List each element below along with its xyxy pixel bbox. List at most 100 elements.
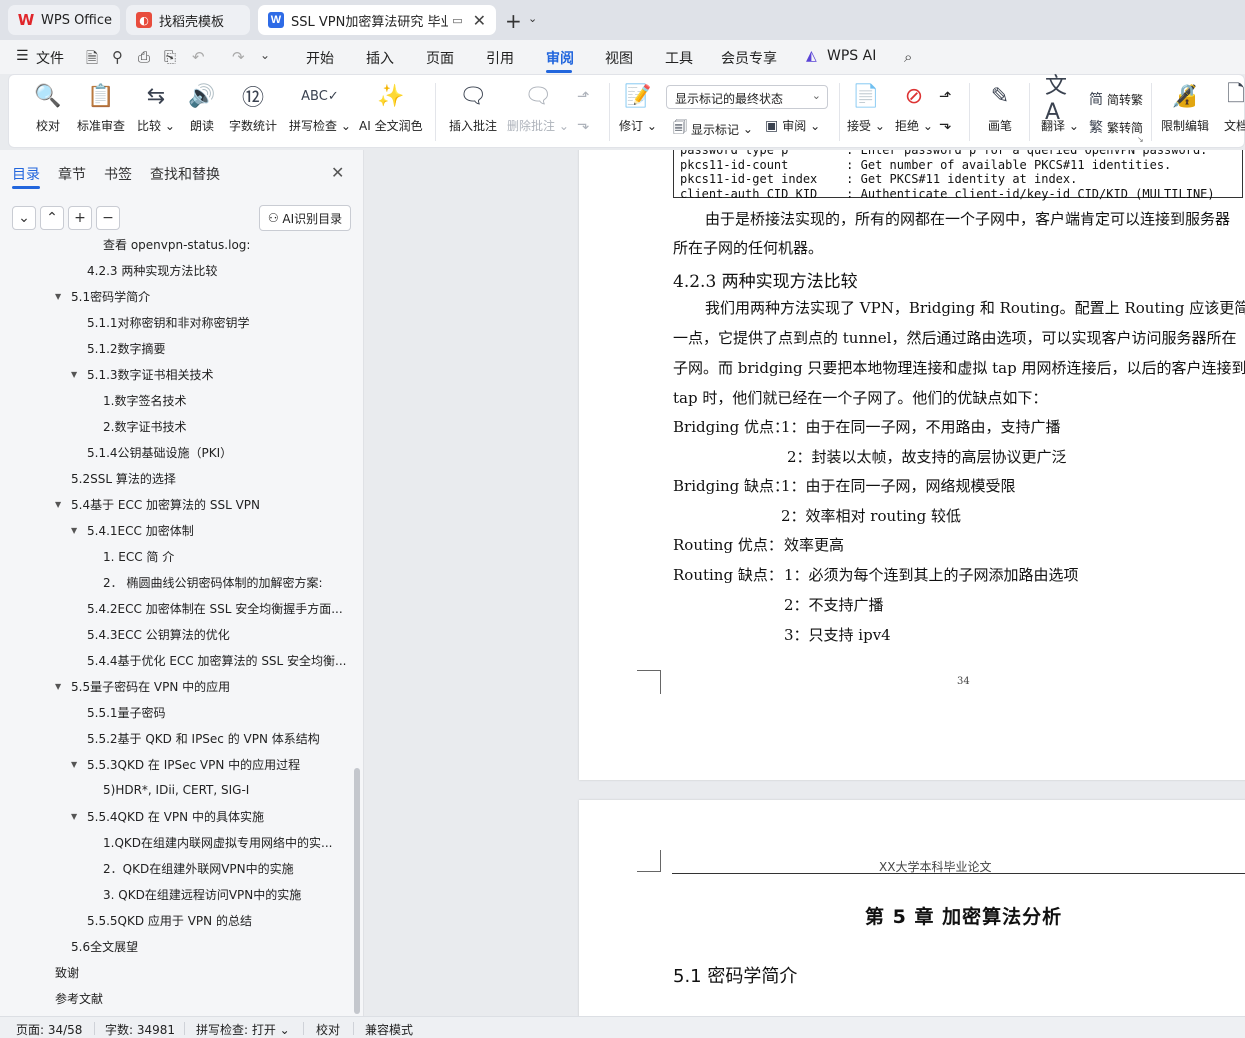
toc-item[interactable]: 3. QKD在组建远程访问VPN中的实施 bbox=[103, 881, 352, 907]
toc-item[interactable]: 2． 椭圆曲线公钥密码体制的加解密方案: bbox=[103, 569, 352, 595]
toc-item[interactable]: ▼ 5.5.4QKD 在 VPN 中的具体实施 bbox=[71, 803, 340, 829]
document-more-button[interactable]: 🗋 文档 bbox=[1221, 81, 1245, 143]
toc-item[interactable]: 2.数字证书技术 bbox=[103, 413, 352, 439]
menu-page[interactable]: 页面 bbox=[426, 48, 454, 68]
word-count-button[interactable]: ⑫ 字数统计 bbox=[229, 81, 277, 143]
page-indicator[interactable]: 页面: 34/58 bbox=[16, 1021, 82, 1038]
menu-review[interactable]: 审阅 bbox=[546, 48, 574, 68]
toc-item[interactable]: ▼ 5.1密码学简介 bbox=[55, 283, 340, 309]
close-icon[interactable]: ✕ bbox=[331, 163, 344, 182]
collapse-down-icon[interactable]: ⌄ bbox=[12, 206, 36, 230]
toc-item[interactable]: ▼ 5.1.3数字证书相关技术 bbox=[71, 361, 340, 387]
tab-document[interactable]: W SSL VPN加密算法研究 毕业论 ▭ ✕ bbox=[258, 5, 496, 35]
next-comment-icon[interactable]: ⬎ bbox=[577, 115, 590, 133]
simplified-to-traditional-button[interactable]: 简 简转繁 bbox=[1089, 89, 1143, 109]
compare-button[interactable]: ⇆ 比较 ⌄ bbox=[137, 81, 175, 143]
tab-wps-office[interactable]: W WPS Office bbox=[8, 5, 120, 35]
accept-button[interactable]: 📄 接受 ⌄ bbox=[847, 81, 885, 143]
delete-comment-button[interactable]: 🗨 删除批注 ⌄ bbox=[507, 81, 569, 143]
toc-item[interactable]: ▼ 5.4基于 ECC 加密算法的 SSL VPN bbox=[55, 491, 340, 517]
expand-icon[interactable]: ↘ bbox=[1137, 135, 1144, 144]
menu-file[interactable]: 文件 bbox=[36, 48, 64, 68]
tools-icon[interactable]: ⚲ bbox=[112, 48, 123, 66]
add-heading-icon[interactable]: + bbox=[68, 206, 92, 230]
menu-insert[interactable]: 插入 bbox=[366, 48, 394, 68]
toc-item[interactable]: 5.5.1量子密码 bbox=[87, 699, 352, 725]
next-change-icon[interactable]: ⬎ bbox=[939, 115, 952, 133]
track-changes-button[interactable]: 📝 修订 ⌄ bbox=[619, 81, 657, 143]
expand-toggle-icon[interactable]: ▼ bbox=[71, 760, 87, 769]
toc-item[interactable]: 5.4.2ECC 加密体制在 SSL 安全均衡握手方面... bbox=[87, 595, 352, 621]
ai-toc-button[interactable]: ⚇ AI识别目录 bbox=[259, 205, 351, 231]
reject-button[interactable]: ⊘ 拒绝 ⌄ bbox=[895, 81, 933, 143]
tab-toc[interactable]: 目录 bbox=[12, 164, 40, 184]
print-icon[interactable]: ⎙ bbox=[138, 48, 150, 66]
restrict-editing-button[interactable]: 🔏 限制编辑 bbox=[1161, 81, 1209, 143]
pen-button[interactable]: ✎ 画笔 bbox=[985, 81, 1015, 143]
toc-item[interactable]: 5.1.4公钥基础设施（PKI） bbox=[87, 439, 352, 465]
expand-toggle-icon[interactable]: ▼ bbox=[71, 812, 87, 821]
hamburger-icon[interactable]: ☰ bbox=[16, 48, 29, 64]
expand-toggle-icon[interactable]: ▼ bbox=[55, 292, 71, 301]
word-count-status[interactable]: 字数: 34981 bbox=[105, 1021, 175, 1038]
menu-tools[interactable]: 工具 bbox=[665, 48, 693, 68]
traditional-to-simplified-button[interactable]: 繁 繁转简 bbox=[1089, 117, 1143, 137]
toc-item[interactable]: 1.QKD在组建内联网虚拟专用网络中的实... bbox=[103, 829, 352, 855]
toc-item[interactable]: 5)HDR*, IDii, CERT, SIG-I bbox=[103, 777, 352, 803]
toc-item[interactable]: 5.4.4基于优化 ECC 加密算法的 SSL 安全均衡... bbox=[87, 647, 352, 673]
spell-check-status[interactable]: 拼写检查: 打开 ⌄ bbox=[196, 1021, 290, 1038]
toc-item[interactable]: 5.5.2基于 QKD 和 IPSec 的 VPN 体系结构 bbox=[87, 725, 352, 751]
toc-item[interactable]: 5.1.1对称密钥和非对称密钥学 bbox=[87, 309, 352, 335]
toc-item[interactable]: 2．QKD在组建外联网VPN中的实施 bbox=[103, 855, 352, 881]
tab-chapters[interactable]: 章节 bbox=[58, 164, 86, 184]
previous-change-icon[interactable]: ⬏ bbox=[939, 87, 952, 105]
toc-item[interactable]: 4.2.3 两种实现方法比较 bbox=[87, 257, 352, 283]
document-canvas[interactable]: password type p : Enter password p for a… bbox=[365, 150, 1245, 1016]
insert-comment-button[interactable]: 🗨 插入批注 bbox=[449, 81, 497, 143]
toc-item[interactable]: ▼ 5.4.1ECC 加密体制 bbox=[71, 517, 340, 543]
standard-review-button[interactable]: 📋 标准审查 bbox=[77, 81, 125, 143]
toc-item[interactable]: 参考文献 bbox=[55, 985, 340, 1011]
remove-heading-icon[interactable]: − bbox=[96, 206, 120, 230]
redo-icon[interactable]: ↷ bbox=[232, 48, 245, 66]
search-icon[interactable]: ⌕ bbox=[904, 48, 912, 66]
toc-item[interactable]: 1.数字签名技术 bbox=[103, 387, 352, 413]
markup-mode-select[interactable]: 显示标记的最终状态 ⌄ bbox=[666, 85, 828, 109]
save-icon[interactable]: 🗎 bbox=[86, 48, 98, 73]
toc-item[interactable]: 5.2SSL 算法的选择 bbox=[71, 465, 352, 491]
review-pane-button[interactable]: ▣ 审阅 ⌄ bbox=[765, 117, 820, 134]
read-aloud-button[interactable]: 🔊 朗读 bbox=[187, 81, 217, 143]
menu-home[interactable]: 开始 bbox=[306, 48, 334, 68]
expand-toggle-icon[interactable]: ▼ bbox=[55, 500, 71, 509]
previous-comment-icon[interactable]: ⬏ bbox=[577, 87, 590, 105]
chevron-down-icon[interactable]: ⌄ bbox=[528, 12, 537, 25]
proofread-status[interactable]: 校对 bbox=[316, 1021, 340, 1038]
toc-item[interactable]: 致谢 bbox=[55, 959, 340, 985]
toc-item[interactable]: 5.6全文展望 bbox=[71, 933, 352, 959]
toc-item[interactable]: 1. ECC 简 介 bbox=[103, 543, 352, 569]
menu-membership[interactable]: 会员专享 bbox=[721, 48, 777, 68]
ai-polish-button[interactable]: ✨ AI 全文润色 bbox=[359, 81, 423, 143]
toc-item[interactable]: 5.4.3ECC 公钥算法的优化 bbox=[87, 621, 352, 647]
toc-scrollbar[interactable] bbox=[354, 768, 360, 1014]
proofread-button[interactable]: 🔍 校对 bbox=[33, 81, 63, 143]
menu-view[interactable]: 视图 bbox=[605, 48, 633, 68]
print-preview-icon[interactable]: ⎘ bbox=[164, 48, 176, 66]
close-icon[interactable]: ✕ bbox=[473, 11, 486, 30]
toc-item[interactable]: 查看 openvpn-status.log: bbox=[103, 236, 352, 257]
toc-item[interactable]: 5.1.2数字摘要 bbox=[87, 335, 352, 361]
spell-check-button[interactable]: ABC✓ 拼写检查 ⌄ bbox=[289, 81, 351, 143]
expand-toggle-icon[interactable]: ▼ bbox=[71, 370, 87, 379]
translate-button[interactable]: 文A 翻译 ⌄ bbox=[1041, 74, 1079, 143]
undo-icon[interactable]: ↶ bbox=[192, 48, 205, 66]
menu-wps-ai[interactable]: WPS AI bbox=[827, 48, 876, 64]
toc-item[interactable]: ▼ 5.5量子密码在 VPN 中的应用 bbox=[55, 673, 340, 699]
show-markup-button[interactable]: 🗐 显示标记 ⌄ bbox=[673, 117, 753, 141]
toc-item[interactable]: ▼ 5.5.3QKD 在 IPSec VPN 中的应用过程 bbox=[71, 751, 340, 777]
tab-bookmarks[interactable]: 书签 bbox=[104, 164, 132, 184]
toc-item[interactable]: 5.5.5QKD 应用于 VPN 的总结 bbox=[87, 907, 352, 933]
new-tab-button[interactable]: + bbox=[505, 9, 522, 33]
monitor-icon[interactable]: ▭ bbox=[452, 14, 462, 27]
tab-find-replace[interactable]: 查找和替换 bbox=[150, 164, 220, 184]
menu-references[interactable]: 引用 bbox=[486, 48, 514, 68]
